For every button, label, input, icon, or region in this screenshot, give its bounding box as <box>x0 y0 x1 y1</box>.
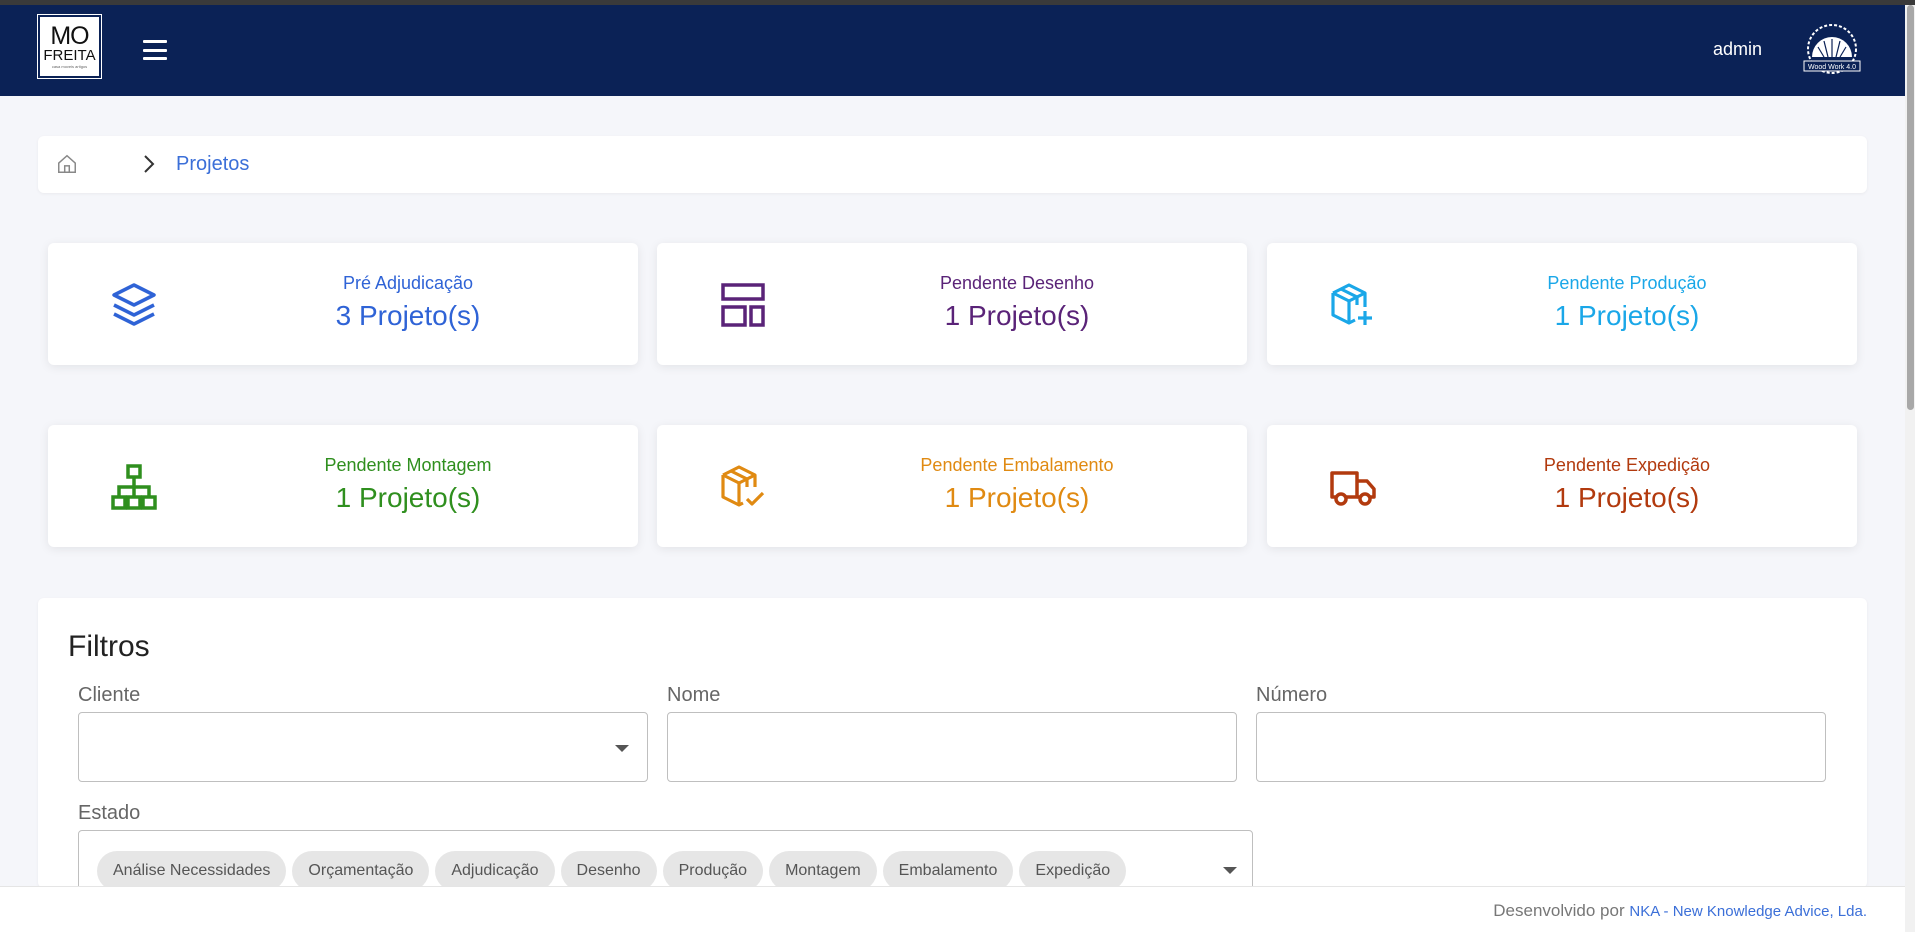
top-navbar: MO FREITA casa moveis artigos admin Wood… <box>0 5 1905 96</box>
logo-line2: FREITA <box>43 46 96 64</box>
footer-link[interactable]: NKA - New Knowledge Advice, Lda. <box>1629 903 1867 920</box>
card-title: Pendente Produção <box>1547 273 1707 293</box>
card-title: Pré Adjudicação <box>342 273 474 293</box>
page-scrollbar[interactable] <box>1905 5 1915 932</box>
layout-icon <box>721 283 765 327</box>
card-pendente-embalamento[interactable]: Pendente Embalamento 1 Projeto(s) <box>657 425 1247 547</box>
company-logo[interactable]: MO FREITA casa moveis artigos <box>37 14 102 79</box>
filters-title: Filtros <box>68 630 150 663</box>
estado-chips: Análise Necessidades Orçamentação Adjudica… <box>97 851 1127 891</box>
estado-chip[interactable]: Produção <box>662 851 764 891</box>
nome-label: Nome <box>667 684 721 706</box>
card-pendente-expedicao[interactable]: Pendente Expedição 1 Projeto(s) <box>1267 425 1857 547</box>
numero-label: Número <box>1256 684 1328 706</box>
footer-prefix: Desenvolvido por <box>1493 901 1625 920</box>
card-pre-adjudicacao[interactable]: Pré Adjudicação 3 Projeto(s) <box>48 243 638 365</box>
cliente-label: Cliente <box>78 684 141 706</box>
card-title: Pendente Embalamento <box>920 455 1114 475</box>
card-title: Pendente Desenho <box>939 273 1095 293</box>
footer-text: Desenvolvido por NKA - New Knowledge Adv… <box>1493 901 1867 921</box>
filters-panel: Filtros Cliente Nome Número Estado Análi… <box>38 598 1867 910</box>
card-pendente-desenho[interactable]: Pendente Desenho 1 Projeto(s) <box>657 243 1247 365</box>
box-plus-icon <box>1331 283 1372 325</box>
estado-chip[interactable]: Montagem <box>769 851 877 891</box>
estado-chip[interactable]: Orçamentação <box>292 851 430 891</box>
card-title: Pendente Montagem <box>324 455 492 475</box>
estado-label: Estado <box>78 802 141 824</box>
breadcrumb-current[interactable]: Projetos <box>176 153 249 176</box>
nome-input[interactable] <box>668 713 1236 781</box>
card-count: 1 Projeto(s) <box>1554 300 1700 331</box>
woodwork-brand-icon: Wood Work 4.0 <box>1803 24 1861 74</box>
estado-chip[interactable]: Desenho <box>560 851 657 891</box>
user-name[interactable]: admin <box>1713 39 1762 60</box>
estado-chip[interactable]: Expedição <box>1019 851 1127 891</box>
numero-field[interactable] <box>1256 712 1826 782</box>
menu-toggle-icon[interactable] <box>143 40 167 60</box>
brand-text: Wood Work 4.0 <box>1808 64 1856 71</box>
truck-icon <box>1330 471 1376 506</box>
card-count: 3 Projeto(s) <box>335 300 481 331</box>
estado-chip[interactable]: Adjudicação <box>435 851 555 891</box>
cliente-select[interactable] <box>78 712 648 782</box>
card-count: 1 Projeto(s) <box>1554 482 1700 513</box>
card-count: 1 Projeto(s) <box>944 482 1090 513</box>
estado-chip[interactable]: Análise Necessidades <box>97 851 287 891</box>
numero-input[interactable] <box>1257 713 1825 781</box>
nome-field[interactable] <box>667 712 1237 782</box>
chevron-down-icon[interactable] <box>1223 867 1237 874</box>
card-title: Pendente Expedição <box>1543 455 1711 475</box>
card-count: 1 Projeto(s) <box>335 482 481 513</box>
home-icon[interactable] <box>56 153 78 175</box>
card-pendente-producao[interactable]: Pendente Produção 1 Projeto(s) <box>1267 243 1857 365</box>
box-check-icon <box>721 465 765 507</box>
chevron-right-icon <box>144 155 155 173</box>
card-pendente-montagem[interactable]: Pendente Montagem 1 Projeto(s) <box>48 425 638 547</box>
logo-line3: casa moveis artigos <box>51 63 88 69</box>
scrollbar-thumb[interactable] <box>1907 5 1914 410</box>
card-count: 1 Projeto(s) <box>944 300 1090 331</box>
layers-icon <box>112 283 156 326</box>
estado-chip[interactable]: Embalamento <box>882 851 1014 891</box>
sitemap-icon <box>111 464 157 510</box>
breadcrumb: Projetos <box>38 136 1867 193</box>
page-footer: Desenvolvido por NKA - New Knowledge Adv… <box>0 886 1905 932</box>
chevron-down-icon[interactable] <box>615 745 629 752</box>
cliente-input[interactable] <box>79 713 647 781</box>
logo-line1: MO <box>50 21 89 50</box>
